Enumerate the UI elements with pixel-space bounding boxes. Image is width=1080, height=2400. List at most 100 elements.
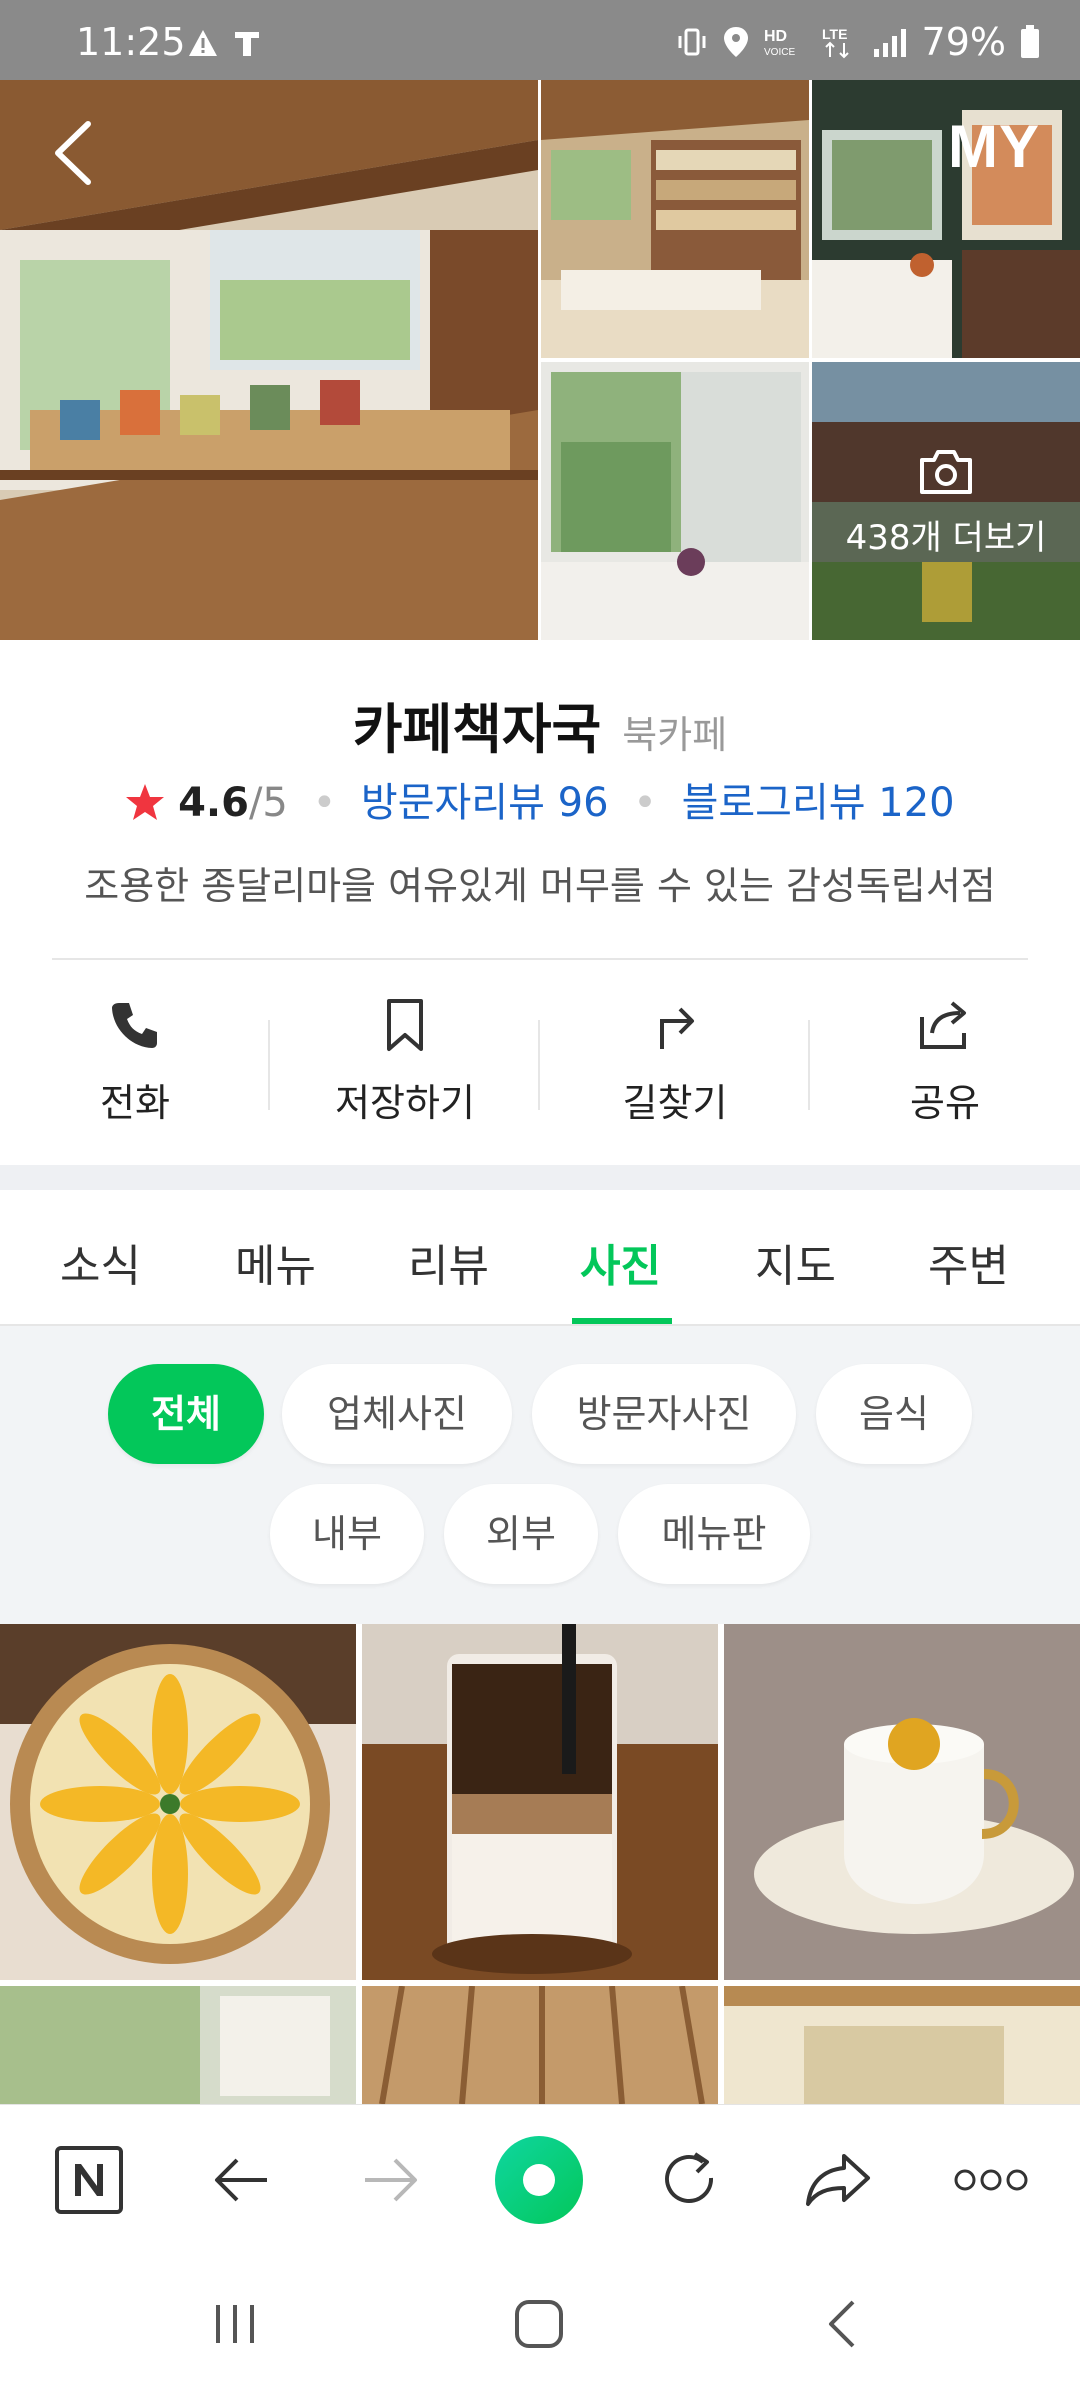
status-bar: 11:25 HD VOICE LTE 79% (0, 0, 1080, 80)
blog-reviews-link[interactable]: 블로그리뷰 120 (682, 780, 955, 826)
chip-exterior[interactable]: 외부 (444, 1484, 598, 1584)
photo-grid (0, 1624, 1080, 2104)
action-row: 전화 저장하기 길찾기 공유 (0, 990, 1080, 1130)
back-arrow-icon (215, 2158, 267, 2202)
more-menu-button[interactable] (946, 2135, 1036, 2225)
back-arrow-icon (55, 121, 91, 185)
grid-photo-6[interactable] (724, 1986, 1080, 2104)
iced-latte-image (362, 1624, 718, 1980)
share-icon (920, 1001, 966, 1049)
grid-photo-4[interactable] (0, 1986, 356, 2104)
browser-forward-button[interactable] (346, 2135, 436, 2225)
naver-home-button[interactable] (44, 2135, 134, 2225)
garden-window-image (541, 362, 809, 640)
naver-n-icon (55, 2146, 123, 2214)
tab-menu[interactable]: 메뉴 (235, 1230, 316, 1294)
directions-label: 길찾기 (622, 1081, 728, 1125)
tab-reviews[interactable]: 리뷰 (408, 1230, 489, 1294)
hd-voice-icon: HD VOICE (764, 28, 795, 58)
grid-photo-2[interactable] (362, 1624, 718, 1980)
share-page-button[interactable] (794, 2135, 884, 2225)
warning-icon (189, 30, 217, 56)
battery-icon (1021, 25, 1039, 58)
t-notification-icon (235, 32, 259, 56)
separator-dot: • (633, 780, 657, 826)
green-dot-button[interactable] (494, 2135, 584, 2225)
svg-text:LTE: LTE (822, 26, 847, 42)
bookshelf-image (541, 80, 809, 358)
refresh-button[interactable] (644, 2135, 734, 2225)
tab-map[interactable]: 지도 (755, 1230, 836, 1294)
vibrate-icon (678, 28, 706, 56)
title-row: 카페책자국 북카페 (0, 685, 1080, 764)
share-button[interactable]: 공유 (810, 990, 1080, 1130)
share-label: 공유 (910, 1081, 980, 1125)
phone-icon (112, 1003, 157, 1048)
browser-toolbar (0, 2104, 1080, 2254)
chip-menu-board[interactable]: 메뉴판 (618, 1484, 810, 1584)
svg-text:HD: HD (764, 28, 787, 45)
mango-pie-image (0, 1624, 356, 1980)
tab-bar: 소식 메뉴 리뷰 사진 지도 주변 (0, 1190, 1080, 1326)
rating-value: 4.6 (178, 780, 249, 826)
coffee-cup-image (724, 1624, 1080, 1980)
chip-visitor-photos[interactable]: 방문자사진 (532, 1364, 796, 1464)
tab-photos[interactable]: 사진 (580, 1230, 661, 1294)
gallery-photo-4[interactable] (541, 362, 809, 640)
system-back-button[interactable] (808, 2294, 878, 2354)
chip-food[interactable]: 음식 (816, 1364, 972, 1464)
tab-nearby[interactable]: 주변 (928, 1230, 1009, 1294)
back-chevron-icon (829, 2300, 855, 2348)
system-nav-bar (0, 2254, 1080, 2400)
grid-photo-5[interactable] (362, 1986, 718, 2104)
call-label: 전화 (100, 1081, 170, 1125)
location-icon (723, 27, 748, 57)
save-label: 저장하기 (335, 1081, 475, 1125)
browser-back-button[interactable] (196, 2135, 286, 2225)
more-photos-label: 438개 더보기 (845, 518, 1047, 558)
divider (52, 958, 1028, 960)
place-name: 카페책자국 (352, 698, 602, 761)
camera-icon (920, 450, 972, 494)
recent-apps-icon (216, 2305, 254, 2343)
more-photos-button[interactable]: 438개 더보기 (812, 360, 1080, 640)
refresh-icon (665, 2152, 714, 2203)
section-gap (0, 1165, 1080, 1190)
place-description: 조용한 종달리마을 여유있게 머무를 수 있는 감성독립서점 (84, 864, 996, 908)
place-category: 북카페 (622, 713, 728, 757)
signal-icon (873, 29, 906, 57)
rating-row: 4.6/5 • 방문자리뷰 96 • 블로그리뷰 120 (0, 770, 1080, 828)
chip-all[interactable]: 전체 (108, 1364, 264, 1464)
home-icon (515, 2300, 563, 2348)
chip-business-photos[interactable]: 업체사진 (282, 1364, 512, 1464)
photo-filter-chips: 전체 업체사진 방문자사진 음식 내부 외부 메뉴판 (0, 1326, 1080, 1624)
lte-icon: LTE (822, 26, 849, 59)
more-dots-icon (954, 2169, 1028, 2191)
active-tab-indicator (572, 1318, 672, 1324)
bookmark-icon (387, 999, 423, 1051)
home-button[interactable] (504, 2294, 574, 2354)
svg-text:VOICE: VOICE (764, 47, 795, 58)
star-icon (126, 784, 165, 820)
window-note-image (0, 1986, 356, 2104)
rating-max: /5 (248, 780, 288, 826)
save-button[interactable]: 저장하기 (270, 990, 540, 1130)
separator-dot: • (312, 780, 337, 826)
grid-photo-3[interactable] (724, 1624, 1080, 1980)
call-button[interactable]: 전화 (0, 990, 270, 1130)
grid-photo-1[interactable] (0, 1624, 356, 1980)
my-button[interactable]: MY (948, 112, 1040, 181)
status-time: 11:25 (76, 20, 186, 64)
back-button[interactable] (48, 118, 98, 188)
tab-news[interactable]: 소식 (60, 1230, 141, 1294)
recent-apps-button[interactable] (200, 2294, 270, 2354)
chip-interior[interactable]: 내부 (270, 1484, 424, 1584)
gallery-photo-2[interactable] (541, 80, 809, 358)
directions-button[interactable]: 길찾기 (540, 990, 810, 1130)
forward-arrow-icon (365, 2158, 417, 2202)
green-dot-icon (495, 2136, 583, 2224)
visitor-reviews-link[interactable]: 방문자리뷰 96 (361, 780, 609, 826)
place-info: 카페책자국 북카페 4.6/5 • 방문자리뷰 96 • 블로그리뷰 120 조… (0, 640, 1080, 1165)
share-arrow-icon (806, 2154, 870, 2206)
interior-detail-image (724, 1986, 1080, 2104)
